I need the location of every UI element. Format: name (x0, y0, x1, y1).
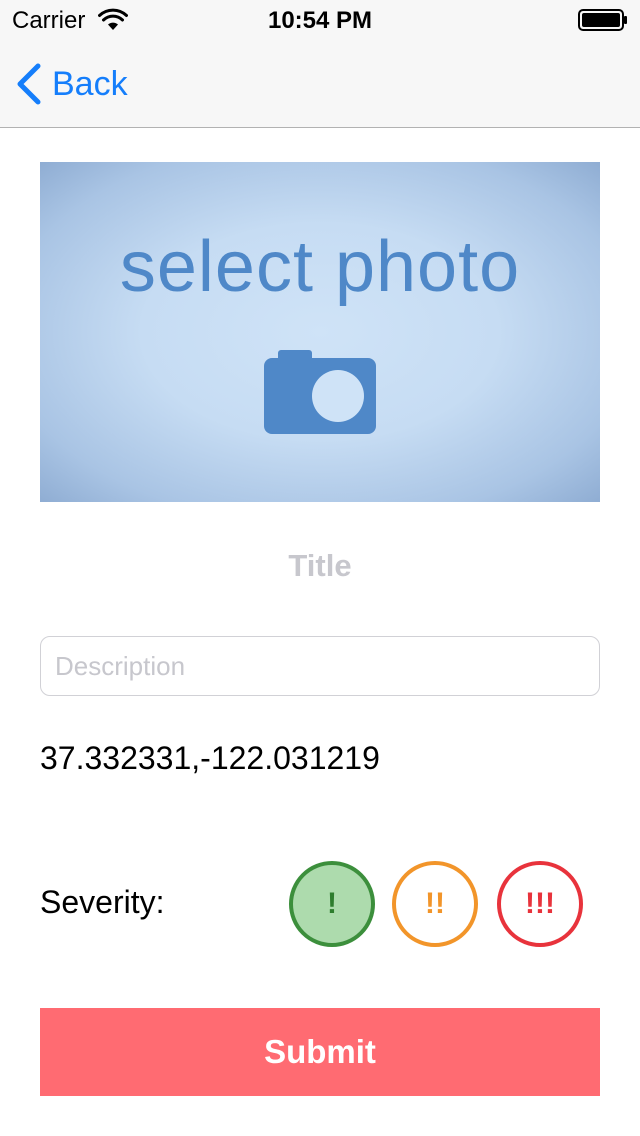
select-photo-button[interactable]: select photo (40, 162, 600, 502)
title-field[interactable]: Title (0, 548, 640, 584)
navigation-bar: Back (0, 40, 640, 128)
top-bar: Carrier 10:54 PM Back (0, 0, 640, 128)
back-button[interactable]: Back (14, 62, 128, 106)
submit-button[interactable]: Submit (40, 1008, 600, 1096)
severity-label: Severity: (40, 884, 165, 920)
severity-high-button[interactable]: !!! (497, 861, 583, 947)
select-photo-label: select photo (119, 227, 521, 307)
coordinates-label: 37.332331,-122.031219 (40, 740, 380, 776)
battery-icon (578, 9, 627, 31)
back-label: Back (52, 64, 128, 103)
status-time: 10:54 PM (267, 7, 373, 34)
severity-medium-button[interactable]: !! (392, 861, 478, 947)
status-bar: Carrier 10:54 PM (0, 0, 640, 40)
description-field[interactable] (40, 636, 600, 696)
chevron-left-icon (17, 63, 41, 105)
severity-low-button[interactable]: ! (289, 861, 375, 947)
camera-icon (264, 350, 376, 434)
